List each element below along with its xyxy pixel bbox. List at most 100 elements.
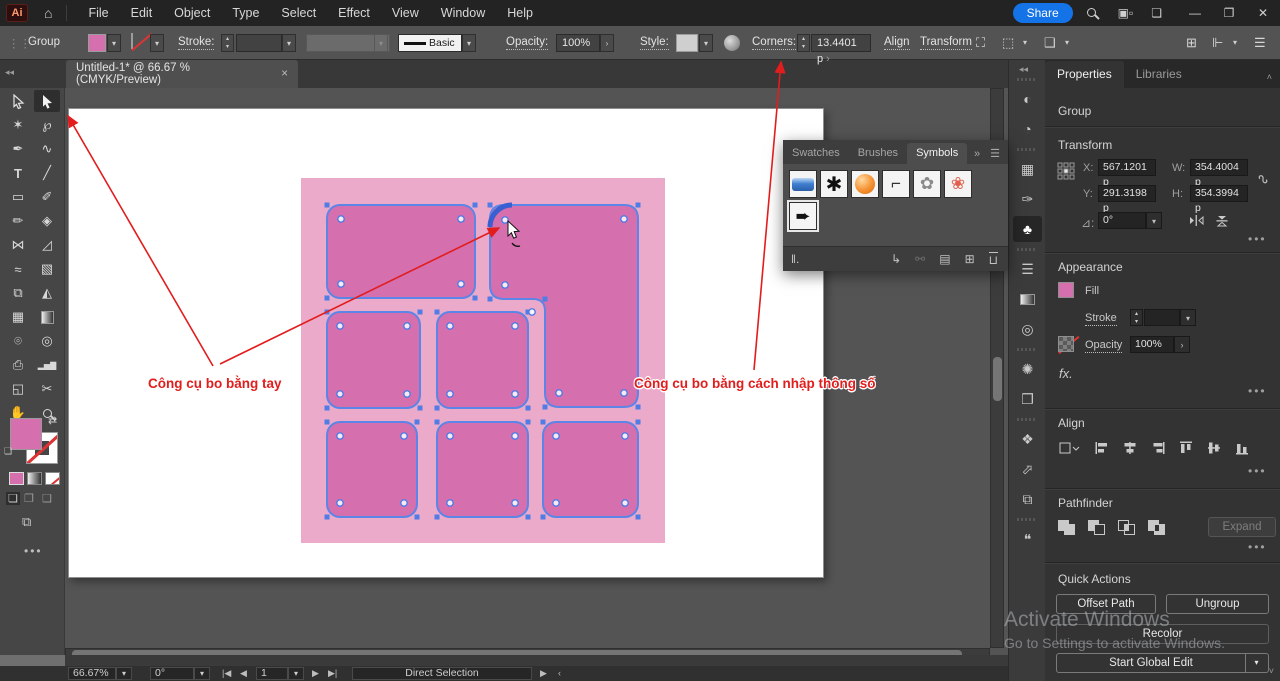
scale-tool[interactable]: ◿ <box>34 234 60 256</box>
toolbar-collapse-icon[interactable]: ◂◂ <box>5 67 14 78</box>
fill-label[interactable]: Fill <box>1085 285 1099 297</box>
draw-behind-mode-icon[interactable]: ❐ <box>24 492 34 505</box>
width-tool[interactable]: ≈ <box>5 258 31 280</box>
brush-definition-dropdown[interactable]: Basic <box>398 34 462 52</box>
symbol-corner-frame[interactable]: ⌐ <box>882 170 910 198</box>
first-artboard-icon[interactable]: |◀ <box>222 667 231 680</box>
menu-file[interactable]: File <box>77 0 119 26</box>
reflect-tool[interactable]: ⋈ <box>5 234 31 256</box>
edit-toolbar-icon[interactable]: ••• <box>24 544 43 558</box>
opacity-label[interactable]: Opacity: <box>506 36 548 50</box>
controlbar-menu-icon[interactable]: ☰ <box>1254 35 1266 51</box>
search-icon[interactable] <box>1087 6 1096 20</box>
fill-swatch[interactable] <box>88 34 106 52</box>
gradient-tool[interactable] <box>34 306 60 328</box>
menu-type[interactable]: Type <box>221 0 270 26</box>
flip-horizontal-icon[interactable] <box>1188 214 1205 227</box>
color-panel-icon[interactable]: ◐ <box>1013 86 1042 112</box>
close-button[interactable]: ✕ <box>1246 0 1280 26</box>
offset-path-button[interactable]: Offset Path <box>1056 594 1156 614</box>
appearance-more-options[interactable]: ••• <box>1248 384 1267 398</box>
restore-button[interactable]: ❐ <box>1212 0 1246 26</box>
opacity-label-panel[interactable]: Opacity <box>1085 339 1122 353</box>
delete-symbol-icon[interactable]: ⊔ <box>989 252 998 267</box>
y-field[interactable]: 291.3198 p <box>1098 185 1156 202</box>
document-tab-close-icon[interactable]: × <box>281 68 288 80</box>
stroke-weight-stepper-panel[interactable]: ▴▾ <box>1130 309 1143 326</box>
menu-object[interactable]: Object <box>163 0 221 26</box>
align-top-icon[interactable] <box>1178 440 1194 459</box>
draw-inside-mode-icon[interactable]: ❑ <box>42 492 52 505</box>
shape-mode-chevron-icon[interactable]: ▾ <box>1060 34 1074 52</box>
pen-tool[interactable]: ✒ <box>5 138 31 160</box>
symbol-red-daisy[interactable]: ❀ <box>944 170 972 198</box>
none-mode-button[interactable] <box>45 472 60 485</box>
document-tab[interactable]: Untitled-1* @ 66.67 % (CMYK/Preview) × <box>66 60 298 88</box>
align-more-options[interactable]: ••• <box>1248 464 1267 478</box>
graphic-styles-panel-icon[interactable]: ❒ <box>1013 386 1042 412</box>
symbol-blue-button[interactable] <box>789 170 817 198</box>
line-segment-tool[interactable]: ╱ <box>34 162 60 184</box>
direct-selection-tool[interactable] <box>34 90 60 112</box>
artboards-panel-icon[interactable]: ⧉ <box>1013 486 1042 512</box>
shape-builder-tool[interactable]: ⧉ <box>5 282 31 304</box>
stroke-weight-field-panel[interactable] <box>1144 309 1180 326</box>
stroke-weight-chevron-panel-icon[interactable]: ▾ <box>1180 309 1196 326</box>
align-to-pixel-grid-icon[interactable]: ⊞ <box>1186 35 1197 51</box>
color-guide-panel-icon[interactable]: ◔ <box>1013 116 1042 142</box>
panel-collapse-icon[interactable]: » <box>968 144 986 164</box>
symbol-options-icon[interactable]: ▤ <box>939 252 950 266</box>
start-global-edit-button[interactable]: Start Global Edit <box>1056 653 1246 673</box>
document-setup-icon[interactable] <box>724 35 740 51</box>
status-tool-name[interactable]: Direct Selection <box>352 667 532 680</box>
column-graph-tool[interactable]: ▂▅▇ <box>34 354 60 376</box>
graphic-style-swatch[interactable] <box>676 34 698 52</box>
app-logo[interactable]: Ai <box>6 4 28 22</box>
menu-help[interactable]: Help <box>496 0 544 26</box>
align-link[interactable]: Align <box>884 36 910 50</box>
curvature-tool[interactable]: ∿ <box>34 138 60 160</box>
artboard-chevron-icon[interactable]: ▾ <box>288 667 304 680</box>
tab-brushes[interactable]: Brushes <box>849 143 907 164</box>
style-chevron-icon[interactable]: ▾ <box>699 34 713 52</box>
stroke-weight-label[interactable]: Stroke: <box>178 36 214 50</box>
horizontal-scrollbar-thumb[interactable] <box>72 650 962 655</box>
align-left-icon[interactable] <box>1094 440 1110 459</box>
magic-wand-tool[interactable]: ✶ <box>5 114 31 136</box>
pathfinder-intersect-icon[interactable] <box>1118 520 1138 536</box>
rotation-field[interactable]: 0° <box>1098 212 1146 229</box>
home-icon[interactable]: ⌂ <box>44 5 52 21</box>
corners-label[interactable]: Corners: <box>752 36 796 50</box>
horizontal-scrollbar[interactable] <box>65 648 990 655</box>
symbol-mosaic-flower[interactable]: ✿ <box>913 170 941 198</box>
previous-artboard-icon[interactable]: ◀ <box>240 667 247 680</box>
selection-tool[interactable] <box>5 90 31 112</box>
brush-definition-chevron-icon[interactable]: ▾ <box>462 34 476 52</box>
align-center-vertical-icon[interactable] <box>1206 440 1222 459</box>
h-field[interactable]: 354.3994 p <box>1190 185 1248 202</box>
mesh-tool[interactable]: ▦ <box>5 306 31 328</box>
stroke-weight-stepper[interactable]: ▴▾ <box>221 34 234 52</box>
menu-view[interactable]: View <box>381 0 430 26</box>
zoom-chevron-icon[interactable]: ▾ <box>116 667 132 680</box>
w-field[interactable]: 354.4004 p <box>1190 159 1248 176</box>
tab-symbols[interactable]: Symbols <box>907 143 967 164</box>
default-fill-stroke-icon[interactable]: ❏ <box>4 446 12 457</box>
snap-options-chevron-icon[interactable]: ▾ <box>1228 34 1242 52</box>
global-edit-chevron-icon[interactable]: ▾ <box>1245 653 1269 673</box>
style-label[interactable]: Style: <box>640 36 669 50</box>
stroke-dropdown-chevron-icon[interactable]: ▾ <box>150 34 164 52</box>
paintbrush-tool[interactable]: ✐ <box>34 186 60 208</box>
eraser-tool[interactable]: ◈ <box>34 210 60 232</box>
new-symbol-icon[interactable]: ⊞ <box>965 252 975 266</box>
expand-panels-icon[interactable]: ◂◂ <box>1019 64 1028 75</box>
lasso-tool[interactable]: ℘ <box>34 114 60 136</box>
panel-scroll-up-icon[interactable]: ˄ <box>1267 72 1280 88</box>
slice-tool[interactable]: ✂ <box>34 378 60 400</box>
corners-stepper[interactable]: ▴▾ <box>797 34 810 52</box>
symbol-libraries-menu-icon[interactable]: ‖. <box>791 252 799 266</box>
reference-point-locator[interactable] <box>1057 162 1075 180</box>
artboard-tool[interactable]: ◱ <box>5 378 31 400</box>
rotation-field-status[interactable]: 0° <box>150 667 194 680</box>
eyedropper-tool[interactable]: ⌾ <box>5 330 31 352</box>
